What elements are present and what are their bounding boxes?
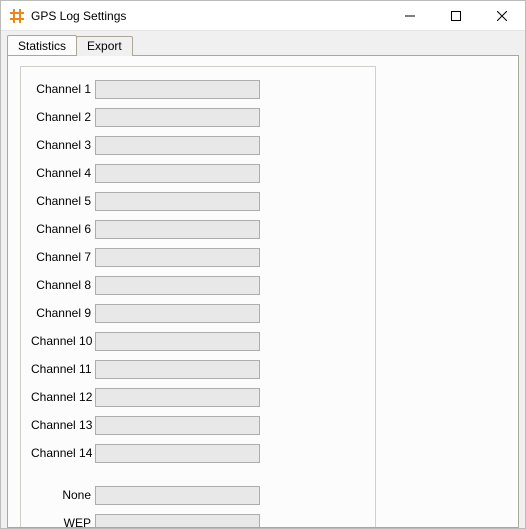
channel-2-value <box>95 108 260 127</box>
client-area: Statistics Export Channel 1 Channel 2 Ch… <box>1 31 525 528</box>
titlebar: GPS Log Settings <box>1 1 525 31</box>
minimize-button[interactable] <box>387 1 433 30</box>
channel-row: Channel 3 <box>31 131 365 159</box>
channel-label: Channel 9 <box>31 306 93 320</box>
close-button[interactable] <box>479 1 525 30</box>
channel-row: Channel 12 <box>31 383 365 411</box>
channel-label: Channel 8 <box>31 278 93 292</box>
tab-export[interactable]: Export <box>76 36 133 56</box>
security-none-value <box>95 486 260 505</box>
tab-statistics[interactable]: Statistics <box>7 35 77 55</box>
channel-label: Channel 14 <box>31 446 93 460</box>
channel-label: Channel 1 <box>31 82 93 96</box>
channel-11-value <box>95 360 260 379</box>
channel-label: Channel 7 <box>31 250 93 264</box>
channel-14-value <box>95 444 260 463</box>
channel-label: Channel 12 <box>31 390 93 404</box>
maximize-button[interactable] <box>433 1 479 30</box>
channel-7-value <box>95 248 260 267</box>
security-row: None <box>31 481 365 509</box>
app-icon <box>9 8 25 24</box>
security-wep-value <box>95 514 260 529</box>
channel-9-value <box>95 304 260 323</box>
security-row: WEP <box>31 509 365 528</box>
channel-label: Channel 2 <box>31 110 93 124</box>
channel-row: Channel 13 <box>31 411 365 439</box>
channel-label: Channel 13 <box>31 418 93 432</box>
channel-row: Channel 11 <box>31 355 365 383</box>
channel-row: Channel 10 <box>31 327 365 355</box>
channel-row: Channel 2 <box>31 103 365 131</box>
channel-3-value <box>95 136 260 155</box>
channel-8-value <box>95 276 260 295</box>
channel-row: Channel 8 <box>31 271 365 299</box>
channel-13-value <box>95 416 260 435</box>
channel-row: Channel 7 <box>31 243 365 271</box>
channel-row: Channel 5 <box>31 187 365 215</box>
security-label: None <box>31 488 93 502</box>
channel-1-value <box>95 80 260 99</box>
channel-row: Channel 14 <box>31 439 365 467</box>
channel-6-value <box>95 220 260 239</box>
channel-label: Channel 6 <box>31 222 93 236</box>
channel-row: Channel 4 <box>31 159 365 187</box>
channel-5-value <box>95 192 260 211</box>
channel-10-value <box>95 332 260 351</box>
channel-row: Channel 1 <box>31 75 365 103</box>
channel-4-value <box>95 164 260 183</box>
channel-label: Channel 5 <box>31 194 93 208</box>
channel-label: Channel 10 <box>31 334 93 348</box>
tab-strip: Statistics Export <box>7 35 519 55</box>
channel-label: Channel 3 <box>31 138 93 152</box>
channel-label: Channel 4 <box>31 166 93 180</box>
statistics-group: Channel 1 Channel 2 Channel 3 Channel 4 … <box>20 66 376 528</box>
channel-label: Channel 11 <box>31 362 93 376</box>
security-label: WEP <box>31 516 93 528</box>
channel-12-value <box>95 388 260 407</box>
window-controls <box>387 1 525 30</box>
tab-panel-statistics: Channel 1 Channel 2 Channel 3 Channel 4 … <box>7 55 519 528</box>
window-title: GPS Log Settings <box>31 9 387 23</box>
channel-row: Channel 6 <box>31 215 365 243</box>
channel-row: Channel 9 <box>31 299 365 327</box>
